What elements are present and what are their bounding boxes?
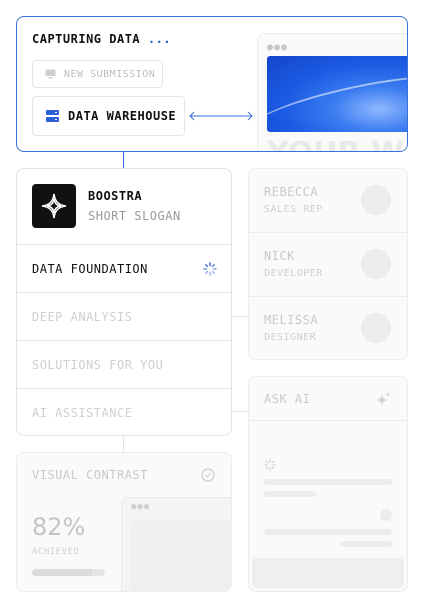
website-preview-window: ●●● YOUR W [257,33,407,151]
boostra-menu-card: BOOSTRA SHORT SLOGAN DATA FOUNDATION DEE… [16,168,232,436]
ai-message-line [264,479,392,485]
capturing-data-title: CAPTURING DATA ... [32,32,172,46]
data-warehouse-node[interactable]: DATA WAREHOUSE [32,96,185,136]
achieved-label: ACHIEVED [32,547,80,557]
avatar [361,249,391,279]
member-role: DESIGNER [264,332,317,343]
preview-headline: YOUR W [267,136,404,151]
contrast-progress-fill [32,569,92,576]
brand-slogan: SHORT SLOGAN [88,209,181,223]
connector-menu-to-team [232,316,248,317]
brand-header: BOOSTRA SHORT SLOGAN [17,169,231,245]
new-submission-label: NEW SUBMISSION [64,68,156,80]
user-message-line [340,541,392,547]
member-role: SALES REP [264,204,323,215]
avatar [361,313,391,343]
connector-menu-to-contrast [123,436,124,452]
ask-ai-card: ASK AI [248,376,408,592]
sparkles-icon [376,391,391,406]
team-card: REBECCA SALES REP NICK DEVELOPER MELISSA… [248,168,408,360]
title-ellipsis: ... [147,32,172,46]
boostra-logo [32,184,76,228]
menu-item-label: DEEP ANALYSIS [32,309,133,324]
spinner-icon [264,459,276,471]
user-message-line [264,529,392,535]
member-role: DEVELOPER [264,268,323,279]
menu-item-label: SOLUTIONS FOR YOU [32,357,164,372]
sparkle-star-logo [41,193,67,219]
check-circle-icon [201,468,215,482]
menu-item-data-foundation[interactable]: DATA FOUNDATION [17,245,231,293]
avatar [361,185,391,215]
user-avatar-dot [380,509,392,521]
brand-name: BOOSTRA [88,189,143,203]
menu-item-label: DATA FOUNDATION [32,261,148,276]
capturing-data-card: CAPTURING DATA ... NEW SUBMISSION DATA W… [16,16,408,152]
contrast-percentage: 82% [32,513,86,541]
menu-item-deep-analysis[interactable]: DEEP ANALYSIS [17,293,231,341]
ai-message-line [264,491,316,497]
preview-hero-image [267,56,407,132]
visual-contrast-title: VISUAL CONTRAST [32,468,148,482]
menu-item-solutions-for-you[interactable]: SOLUTIONS FOR YOU [17,341,231,389]
window-dots: ●●● [131,502,151,512]
ask-ai-title: ASK AI [264,392,311,406]
data-warehouse-label: DATA WAREHOUSE [68,109,177,123]
monitor-icon [45,69,56,79]
team-member-rebecca[interactable]: REBECCA SALES REP [249,169,407,233]
team-member-melissa[interactable]: MELISSA DESIGNER [249,297,407,359]
menu-item-ai-assistance[interactable]: AI ASSISTANCE [17,389,231,435]
connector-capture-to-brand [123,152,124,168]
database-icon [46,110,59,122]
preview-body [131,520,231,591]
member-name: MELISSA [264,313,319,327]
spinner-icon [203,262,217,276]
window-dots: ●●● [267,42,289,53]
visual-contrast-card: VISUAL CONTRAST 82% ACHIEVED ●●● [16,452,232,592]
contrast-progress-bar [32,569,105,576]
member-name: NICK [264,249,295,263]
ask-ai-header: ASK AI [249,377,407,421]
member-name: REBECCA [264,185,319,199]
new-submission-chip[interactable]: NEW SUBMISSION [32,60,163,88]
bidirectional-arrow-icon [189,111,253,121]
team-member-nick[interactable]: NICK DEVELOPER [249,233,407,297]
ask-ai-input[interactable] [252,558,404,588]
connector-menu-to-ai [232,411,248,412]
contrast-preview-window: ●●● [121,497,231,591]
menu-item-label: AI ASSISTANCE [32,406,133,420]
